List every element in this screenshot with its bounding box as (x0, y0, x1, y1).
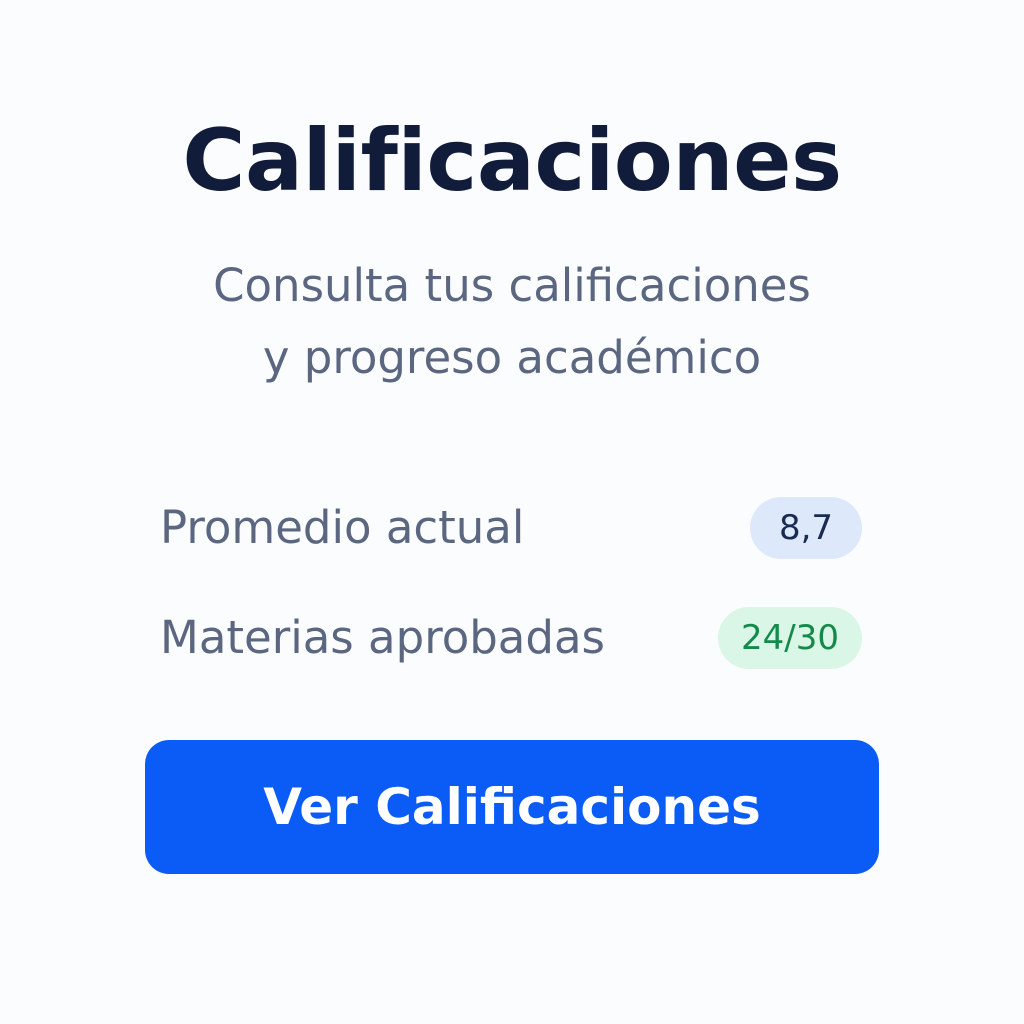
approved-badge: 24/30 (718, 607, 862, 669)
stat-approved-label: Materias aprobadas (160, 611, 605, 664)
view-grades-button[interactable]: Ver Calificaciones (145, 740, 879, 874)
grades-card: Calificaciones Consulta tus calificacion… (0, 0, 1024, 1024)
average-badge: 8,7 (750, 497, 862, 559)
page-subtitle: Consulta tus calificaciones y progreso a… (0, 250, 1024, 394)
stat-approved: Materias aprobadas 24/30 (160, 606, 862, 670)
stat-average: Promedio actual 8,7 (160, 496, 862, 560)
subtitle-line-2: y progreso académico (262, 331, 762, 384)
stat-average-label: Promedio actual (160, 501, 525, 554)
subtitle-line-1: Consulta tus calificaciones (213, 259, 811, 312)
page-title: Calificaciones (182, 111, 842, 211)
